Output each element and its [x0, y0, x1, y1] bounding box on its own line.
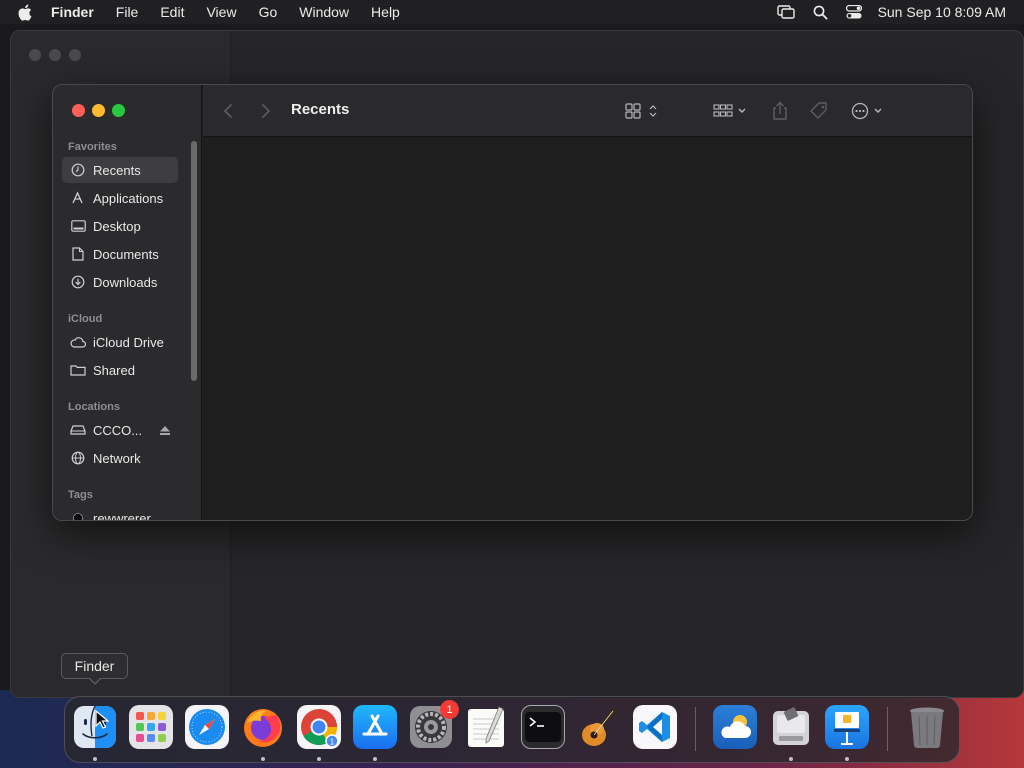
eject-icon[interactable]: [159, 424, 171, 439]
sidebar-item-network[interactable]: Network: [62, 445, 178, 471]
shared-folder-icon: [70, 362, 86, 378]
window-controls: [72, 104, 132, 117]
dock-separator: [887, 707, 888, 751]
running-indicator: [373, 757, 377, 761]
inactive-close-icon[interactable]: [29, 49, 41, 61]
tag-dot-icon: [70, 510, 86, 520]
sidebar-item-label: Documents: [93, 246, 159, 262]
tooltip-arrow: [88, 677, 102, 685]
svg-text:1: 1: [330, 738, 335, 747]
globe-icon: [70, 450, 86, 466]
sidebar-item-recents[interactable]: Recents: [62, 157, 178, 183]
clock-icon: [70, 162, 86, 178]
dock-tooltip: Finder: [61, 653, 128, 679]
more-actions-icon[interactable]: [851, 99, 887, 123]
window-title: Recents: [291, 101, 350, 118]
running-indicator: [845, 757, 849, 761]
screen-mirroring-icon[interactable]: [776, 5, 795, 19]
share-icon[interactable]: [771, 99, 789, 123]
menu-go[interactable]: Go: [259, 4, 278, 20]
disk-icon: [70, 422, 86, 438]
dock-keynote-icon[interactable]: [825, 705, 869, 749]
sidebar-item-label: Network: [93, 450, 141, 466]
minimize-button[interactable]: [92, 104, 105, 117]
dock-safari-icon[interactable]: [185, 705, 229, 749]
locations-header: Locations: [68, 401, 120, 413]
control-center-icon[interactable]: [845, 5, 862, 19]
back-icon[interactable]: [223, 99, 233, 123]
running-indicator: [317, 757, 321, 761]
sidebar-item-drive[interactable]: CCCO...: [62, 417, 178, 443]
view-mode-icon[interactable]: [625, 99, 661, 123]
dock-vscode-icon[interactable]: [633, 705, 677, 749]
applications-icon: [70, 190, 86, 206]
dock-app-store-icon[interactable]: [353, 705, 397, 749]
dock-terminal-icon[interactable]: [521, 705, 565, 749]
sidebar-item-label: rewwrerer: [93, 510, 151, 521]
sidebar-item-applications[interactable]: Applications: [62, 185, 178, 211]
sidebar-item-label: CCCO...: [93, 422, 143, 438]
menu-file[interactable]: File: [116, 4, 139, 20]
inactive-minimize-icon[interactable]: [49, 49, 61, 61]
dock-garageband-icon[interactable]: [577, 705, 621, 749]
dock-migration-assistant-icon[interactable]: [769, 705, 813, 749]
dock-system-settings-icon[interactable]: 1: [409, 700, 459, 749]
menu-view[interactable]: View: [206, 4, 236, 20]
running-indicator: [789, 757, 793, 761]
dock-launchpad-icon[interactable]: [129, 705, 173, 749]
group-by-icon[interactable]: [713, 99, 749, 123]
menu-clock[interactable]: Sun Sep 10 8:09 AM: [878, 4, 1006, 20]
cloud-icon: [70, 334, 86, 350]
icloud-header: iCloud: [68, 313, 103, 325]
document-icon: [70, 246, 86, 262]
dock: 1 1: [64, 696, 960, 763]
menu-window[interactable]: Window: [299, 4, 349, 20]
background-window-controls: [29, 49, 89, 61]
sidebar-item-shared[interactable]: Shared: [62, 357, 178, 383]
dock-chrome-icon[interactable]: 1: [297, 705, 341, 749]
sidebar-item-downloads[interactable]: Downloads: [62, 269, 178, 295]
apple-menu-icon[interactable]: [17, 4, 37, 21]
sidebar-item-label: Recents: [93, 162, 141, 178]
dock-textedit-icon[interactable]: [465, 705, 509, 749]
zoom-button[interactable]: [112, 104, 125, 117]
sidebar-item-icloud-drive[interactable]: iCloud Drive: [62, 329, 178, 355]
file-list-area[interactable]: [203, 138, 972, 520]
mouse-pointer-icon: [95, 709, 110, 735]
menu-help[interactable]: Help: [371, 4, 400, 20]
finder-window: Favorites Recents Applications Desktop D…: [52, 84, 973, 521]
spotlight-search-icon[interactable]: [813, 5, 828, 20]
dock-weather-icon[interactable]: [713, 705, 757, 749]
running-indicator: [93, 757, 97, 761]
inactive-maximize-icon[interactable]: [69, 49, 81, 61]
finder-toolbar: Recents: [203, 85, 972, 137]
sidebar-item-label: Desktop: [93, 218, 141, 234]
sidebar-scrollbar[interactable]: [191, 141, 197, 381]
sidebar-item-label: Downloads: [93, 274, 158, 290]
sidebar-item-label: Shared: [93, 362, 135, 378]
dock-firefox-icon[interactable]: [241, 705, 285, 749]
desktop-icon: [70, 218, 86, 234]
sidebar-item-label: Applications: [93, 190, 164, 206]
dock-trash-icon[interactable]: [905, 705, 949, 749]
dock-separator: [695, 707, 696, 751]
forward-icon[interactable]: [261, 99, 271, 123]
sidebar-item-tag[interactable]: rewwrerer: [62, 505, 178, 521]
running-indicator: [261, 757, 265, 761]
finder-sidebar: Favorites Recents Applications Desktop D…: [53, 85, 202, 520]
menu-app-name[interactable]: Finder: [51, 4, 94, 20]
download-icon: [70, 274, 86, 290]
menu-edit[interactable]: Edit: [160, 4, 184, 20]
close-button[interactable]: [72, 104, 85, 117]
menu-bar: Finder File Edit View Go Window Help Sun…: [0, 0, 1024, 24]
tag-icon[interactable]: [809, 99, 829, 123]
sidebar-item-desktop[interactable]: Desktop: [62, 213, 178, 239]
notification-badge: 1: [440, 700, 459, 719]
tags-header: Tags: [68, 489, 93, 501]
sidebar-item-documents[interactable]: Documents: [62, 241, 178, 267]
favorites-header: Favorites: [68, 141, 117, 153]
sidebar-item-label: iCloud Drive: [93, 334, 164, 350]
